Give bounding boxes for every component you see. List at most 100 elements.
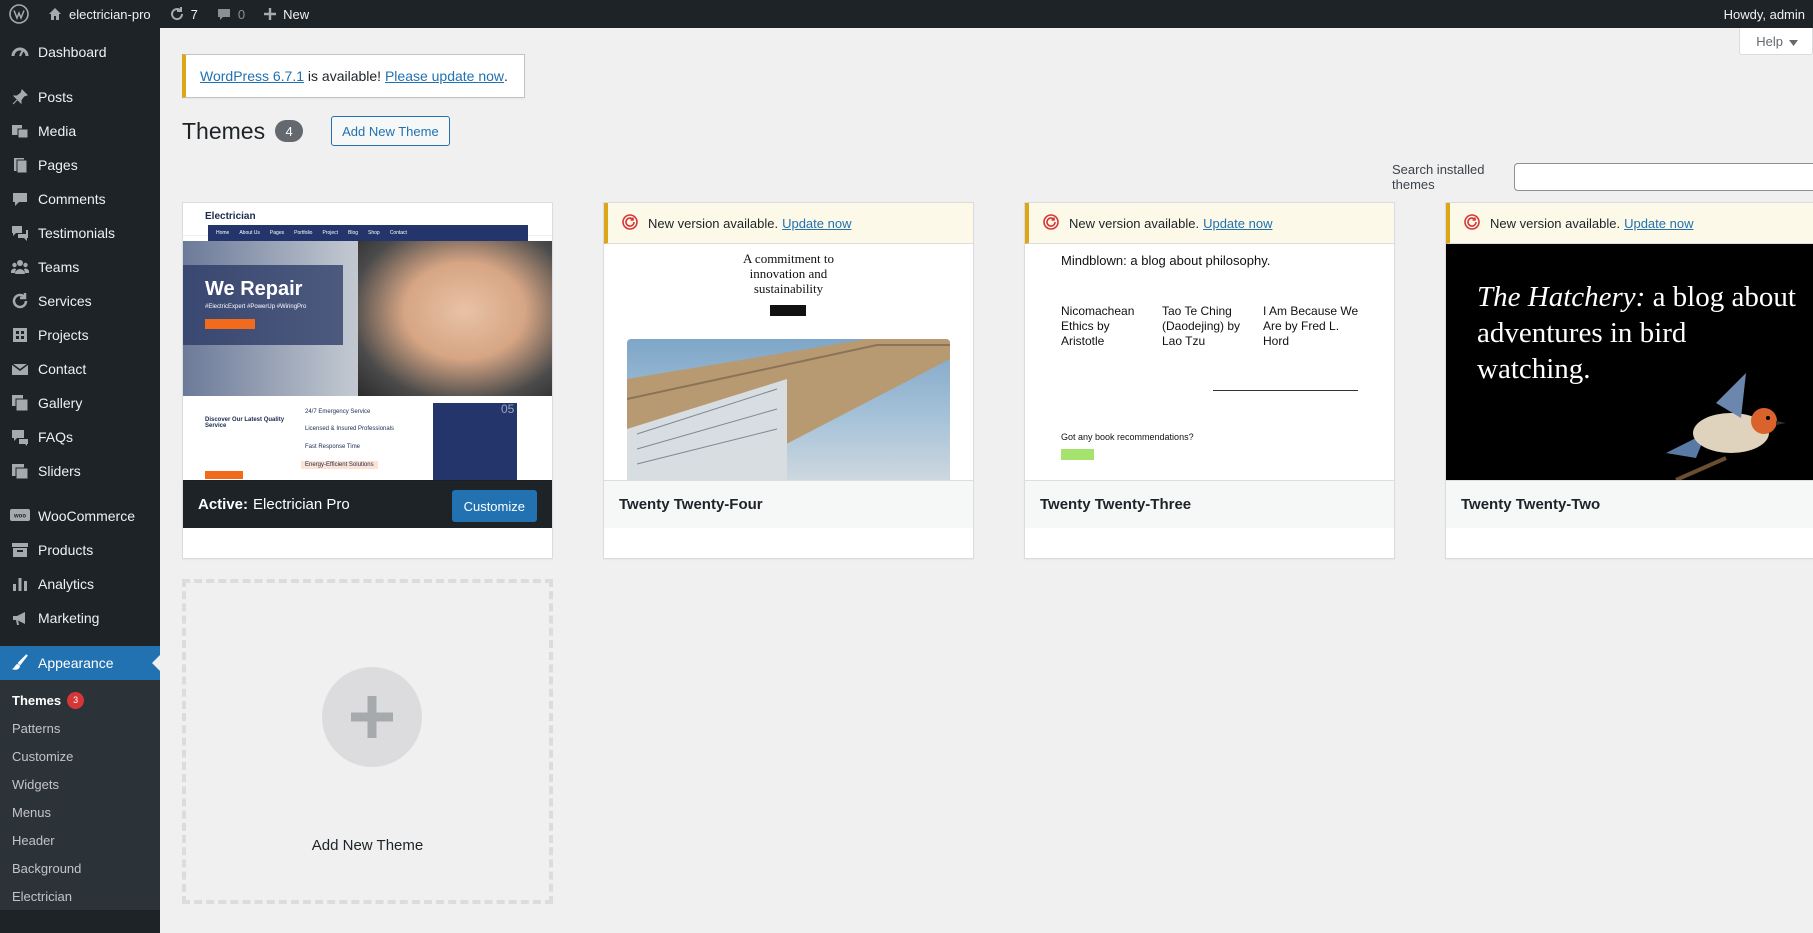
notice-end: . [504,68,508,84]
update-now-link[interactable]: Update now [782,216,851,231]
shot-hero-title: We Repair [205,278,303,300]
themes-update-badge: 3 [67,691,85,709]
sidebar-item-services[interactable]: Services [0,284,160,318]
admin-bar: electrician-pro 7 0 New Howdy, admin [0,0,1813,28]
theme-screenshot[interactable]: Electrician Home About Us Pages Portfoli… [183,203,552,480]
sidebar-item-projects[interactable]: Projects [0,318,160,352]
update-alert-icon [622,213,638,233]
notice-text: is available! [304,68,385,84]
theme-count-badge: 4 [275,120,304,142]
submenu-background[interactable]: Background [0,854,160,882]
sidebar-item-analytics[interactable]: Analytics [0,567,160,601]
new-content-link[interactable]: New [254,0,318,28]
bird-illustration-icon [1666,373,1786,480]
update-alert-icon [1043,213,1059,233]
add-new-theme-card[interactable]: Add New Theme [182,579,553,904]
submenu-widgets[interactable]: Widgets [0,770,160,798]
sidebar-item-media[interactable]: Media [0,114,160,148]
theme-screenshot[interactable]: Mindblown: a blog about philosophy. Nico… [1025,203,1394,480]
site-name-link[interactable]: electrician-pro [38,0,160,28]
update-text: New version available. [1490,215,1621,231]
account-menu[interactable]: Howdy, admin [1715,0,1813,28]
slides-icon [10,461,30,481]
sidebar-item-gallery[interactable]: Gallery [0,386,160,420]
services-icon [10,291,30,311]
theme-screenshot[interactable]: The Hatchery: a blog about adventures in… [1446,203,1813,480]
sidebar-item-sliders[interactable]: Sliders [0,454,160,488]
appearance-submenu: Themes 3 Patterns Customize Widgets Menu… [0,680,160,910]
page-title: Themes [182,117,266,144]
shot-post-2: Tao Te Ching (Daodejing) by Lao Tzu [1162,304,1241,348]
theme-card-twenty-twenty-four[interactable]: A commitment to innovation and sustainab… [603,202,974,559]
help-tab-button[interactable]: Help [1739,28,1813,55]
theme-name-bar: Twenty Twenty-Four [604,480,973,528]
theme-card-twenty-twenty-two[interactable]: The Hatchery: a blog about adventures in… [1445,202,1813,559]
sidebar-item-woocommerce[interactable]: woo WooCommerce [0,499,160,533]
email-icon [10,359,30,379]
pages-icon [10,155,30,175]
sidebar-item-testimonials[interactable]: Testimonials [0,216,160,250]
sidebar-item-teams[interactable]: Teams [0,250,160,284]
shot-question: Got any book recommendations? [1061,432,1194,442]
theme-card-electrician-pro[interactable]: Electrician Home About Us Pages Portfoli… [182,202,553,559]
shot-nav: Home About Us Pages Portfolio Project Bl… [208,225,528,241]
theme-name: Twenty Twenty-Three [1040,496,1192,513]
theme-name-bar: Twenty Twenty-Two [1446,480,1813,528]
submenu-customize[interactable]: Customize [0,742,160,770]
active-prefix: Active: [198,496,249,513]
add-new-theme-button[interactable]: Add New Theme [331,116,450,146]
home-icon [47,6,63,22]
comments-link[interactable]: 0 [207,0,254,28]
customize-button[interactable]: Customize [451,490,537,522]
update-now-link[interactable]: Update now [1203,216,1272,231]
please-update-link[interactable]: Please update now [385,68,504,84]
submenu-header[interactable]: Header [0,826,160,854]
update-text: New version available. [1069,215,1200,231]
comments-count: 0 [237,6,246,22]
sidebar-item-faqs[interactable]: FAQs [0,420,160,454]
add-new-theme-label: Add New Theme [311,837,424,854]
main-content: Help WordPress 6.7.1 is available! Pleas… [160,28,1813,933]
archive-icon [10,540,30,560]
sidebar-item-products[interactable]: Products [0,533,160,567]
sidebar-item-comments[interactable]: Comments [0,182,160,216]
comment-icon [10,189,30,209]
sidebar-item-pages[interactable]: Pages [0,148,160,182]
theme-search: Search installed themes [1392,162,1813,192]
dashboard-icon [10,42,30,62]
sidebar-item-appearance[interactable]: Appearance [0,646,160,680]
plus-icon [322,667,422,767]
search-installed-themes-input[interactable] [1514,163,1813,191]
submenu-themes[interactable]: Themes 3 [0,686,160,714]
site-name: electrician-pro [69,6,151,22]
megaphone-icon [10,608,30,628]
shot-bottom-title: Discover Our Latest Quality Service [205,417,285,429]
submenu-electrician[interactable]: Electrician [0,882,160,910]
sidebar-item-dashboard[interactable]: Dashboard [0,35,160,69]
page-header: Themes 4 Add New Theme [182,116,450,146]
theme-card-twenty-twenty-three[interactable]: Mindblown: a blog about philosophy. Nico… [1024,202,1395,559]
update-text: New version available. [648,215,779,231]
theme-screenshot[interactable]: A commitment to innovation and sustainab… [604,203,973,480]
search-label: Search installed themes [1392,162,1485,192]
submenu-patterns[interactable]: Patterns [0,714,160,742]
svg-text:woo: woo [13,514,26,520]
sidebar-item-marketing[interactable]: Marketing [0,601,160,635]
update-now-link[interactable]: Update now [1624,216,1693,231]
testimonial-icon [10,223,30,243]
submenu-menus[interactable]: Menus [0,798,160,826]
sidebar-item-contact[interactable]: Contact [0,352,160,386]
updates-icon [169,6,185,22]
shot-title: Mindblown: a blog about philosophy. [1061,253,1271,268]
new-label: New [283,6,310,22]
updates-link[interactable]: 7 [160,0,207,28]
groups-icon [10,257,30,277]
wordpress-logo-icon[interactable] [0,0,38,28]
update-nag-notice: WordPress 6.7.1 is available! Please upd… [182,54,525,98]
sidebar-item-posts[interactable]: Posts [0,80,160,114]
wordpress-version-link[interactable]: WordPress 6.7.1 [200,68,304,84]
theme-name-bar: Active: Electrician Pro Customize [183,480,552,528]
theme-name: Electrician Pro [253,496,350,513]
theme-name: Twenty Twenty-Four [619,496,763,513]
shot-post-1: Nicomachean Ethics by Aristotle [1061,304,1135,348]
